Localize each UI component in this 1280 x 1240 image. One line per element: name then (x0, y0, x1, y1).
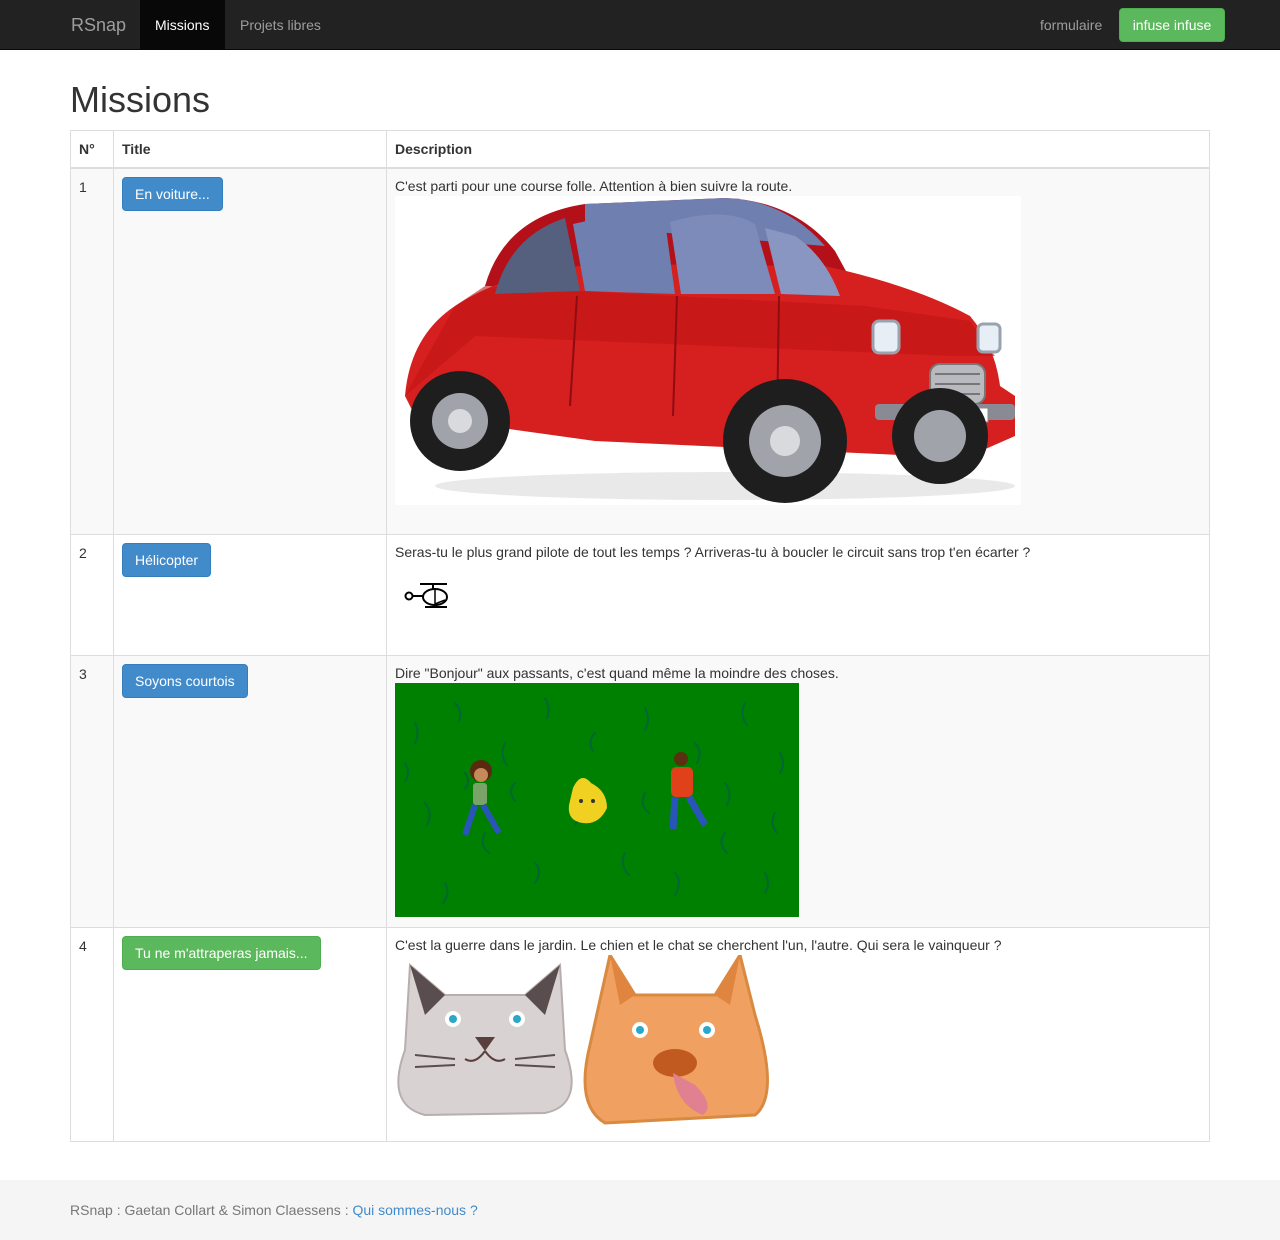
row-title-cell: En voiture... (113, 167, 387, 535)
user-button[interactable]: infuse infuse (1119, 8, 1225, 42)
mission-button-en-voiture[interactable]: En voiture... (122, 177, 223, 211)
row-description: Dire "Bonjour" aux passants, c'est quand… (395, 664, 839, 681)
page-title: Missions (70, 79, 211, 120)
brand-link[interactable]: RSnap (71, 0, 126, 50)
row-title-cell: Hélicopter (113, 533, 387, 656)
row-description-cell: Seras-tu le plus grand pilote de tout le… (386, 533, 1210, 656)
footer: RSnap : Gaetan Collart & Simon Claessens… (0, 1180, 1280, 1240)
nav-projets-libres[interactable]: Projets libres (225, 0, 336, 50)
row-description: Seras-tu le plus grand pilote de tout le… (395, 543, 1031, 560)
mission-button-soyons-courtois[interactable]: Soyons courtois (122, 663, 248, 698)
row-number: 2 (70, 533, 114, 656)
row-description: C'est la guerre dans le jardin. Le chien… (395, 936, 1002, 953)
footer-credits: RSnap : Gaetan Collart & Simon Claessens… (70, 1202, 349, 1218)
row-number: 3 (70, 654, 114, 928)
row-description-cell: Dire "Bonjour" aux passants, c'est quand… (386, 654, 1210, 928)
header-number: N° (70, 130, 114, 169)
missions-table: N° Title Description 1 En voiture... C'e… (70, 130, 1210, 1142)
row-description: C'est parti pour une course folle. Atten… (395, 178, 793, 194)
footer-about-link[interactable]: Qui sommes-nous ? (352, 1202, 477, 1218)
red-car-image (395, 196, 1021, 505)
nav-formulaire[interactable]: formulaire (1040, 0, 1102, 50)
table-row: 3 Soyons courtois Dire "Bonjour" aux pas… (70, 654, 1210, 928)
mission-button-helicopter[interactable]: Hélicopter (122, 542, 212, 577)
header-title: Title (113, 130, 387, 169)
helicopter-icon (404, 582, 448, 608)
table-row: 4 Tu ne m'attraperas jamais... C'est la … (70, 926, 1210, 1142)
row-title-cell: Tu ne m'attraperas jamais... (113, 926, 387, 1142)
row-number: 4 (70, 926, 114, 1142)
table-header-row: N° Title Description (70, 130, 1210, 169)
row-title-cell: Soyons courtois (113, 654, 387, 928)
table-row: 1 En voiture... C'est parti pour une cou… (70, 167, 1210, 535)
footer-text-line: RSnap : Gaetan Collart & Simon Claessens… (70, 1200, 478, 1220)
grass-scene-image (395, 682, 799, 917)
table-row: 2 Hélicopter Seras-tu le plus grand pilo… (70, 533, 1210, 656)
nav-missions[interactable]: Missions (140, 0, 225, 50)
navbar: RSnap Missions Projets libres formulaire… (0, 0, 1280, 50)
row-number: 1 (70, 167, 114, 535)
mission-button-tu-ne-mattraperas[interactable]: Tu ne m'attraperas jamais... (122, 935, 321, 970)
row-description-cell: C'est parti pour une course folle. Atten… (386, 167, 1210, 535)
row-description-cell: C'est la guerre dans le jardin. Le chien… (386, 926, 1210, 1142)
header-description: Description (386, 130, 1210, 169)
cat-dog-image (397, 954, 769, 1125)
